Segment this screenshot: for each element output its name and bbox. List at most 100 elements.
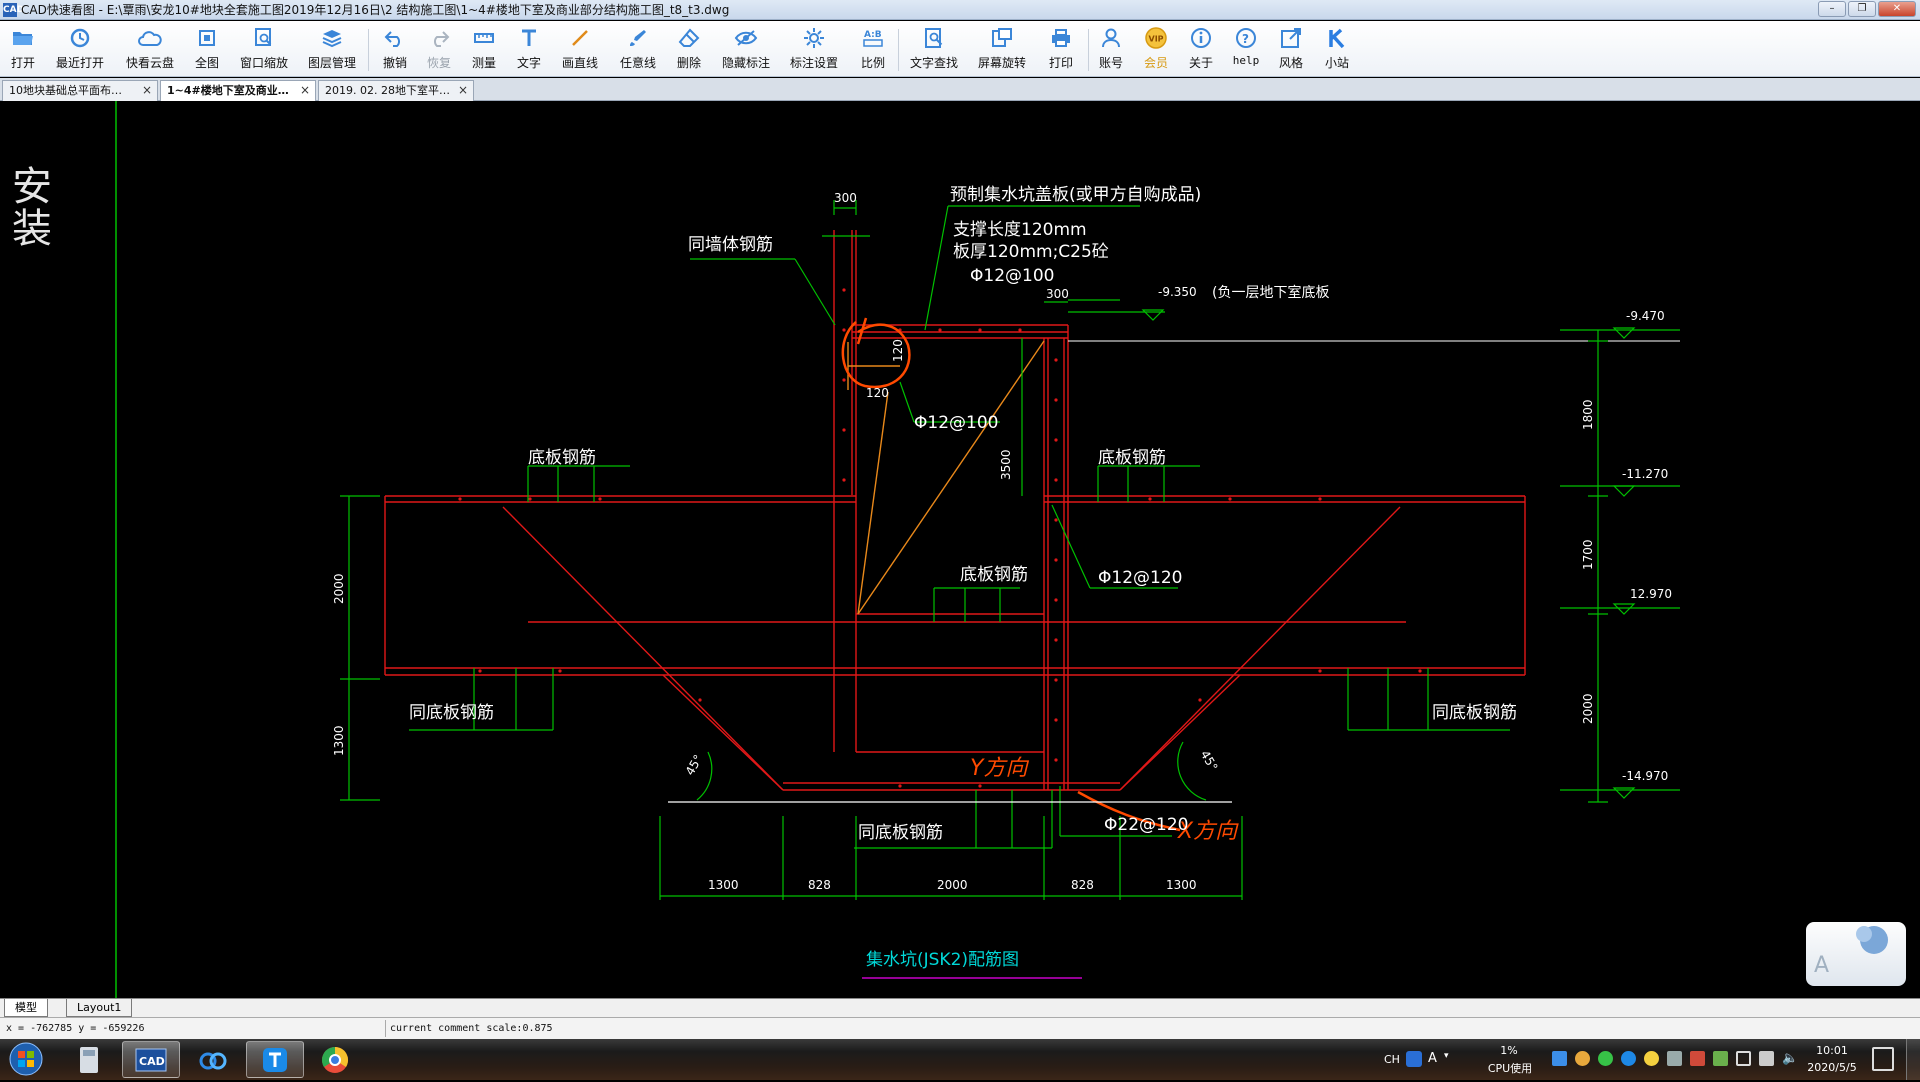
layers-button[interactable]: 图层管理 [304,25,360,75]
note-thickness: 板厚120mm;C25砼 [953,242,1109,262]
window-zoom-button[interactable]: 窗口缩放 [236,25,292,75]
eraser-icon [676,25,702,51]
recent-button[interactable]: 最近打开 [52,25,108,75]
dim-bottom-1300-right: 1300 [1166,878,1197,892]
tray-expand-icon[interactable]: ▾ [1444,1051,1449,1061]
gpu-tray-icon[interactable] [1713,1051,1728,1066]
t-app-task[interactable] [246,1041,304,1078]
text-button[interactable]: 文字 [512,25,546,75]
account-button[interactable]: 账号 [1094,25,1128,75]
flag-tray-icon[interactable] [1690,1051,1705,1066]
dim-3500: 3500 [999,449,1013,480]
dim-300-top: 300 [834,191,857,205]
browser-task[interactable] [306,1041,364,1078]
start-button[interactable] [6,1041,46,1078]
baidu-netdisk-task[interactable] [184,1041,242,1078]
close-tab-icon[interactable]: × [458,81,468,100]
comment-scale: current comment scale:0.875 [390,1023,553,1034]
close-tab-icon[interactable]: × [142,81,152,100]
line-button[interactable]: 画直线 [558,25,602,75]
elev-label-4: 12.970 [1630,587,1672,601]
search-tray-icon[interactable] [1406,1051,1422,1067]
help-button[interactable]: ? help [1229,25,1263,75]
dim-angle-right: 45° [1198,748,1221,773]
close-tab-icon[interactable]: × [300,81,310,100]
restore-icon[interactable]: ❐ [1848,1,1876,17]
scale-button[interactable]: A:B 比例 [856,25,890,75]
find-text-button[interactable]: 文字查找 [906,25,962,75]
dim-2000-right: 2000 [1581,693,1595,724]
hide-marks-button[interactable]: 隐藏标注 [718,25,774,75]
doc-tab-1[interactable]: 10地块基础总平面布… × [2,80,158,101]
toolbar-separator [898,29,899,71]
drawing-title: 集水坑(JSK2)配筋图 [866,950,1019,970]
style-button[interactable]: 风格 [1274,25,1308,75]
cloud-icon [137,25,163,51]
open-button[interactable]: 打开 [6,25,40,75]
redo-button[interactable]: 恢复 [422,25,456,75]
update-tray-icon[interactable] [1575,1051,1590,1066]
elev-label-3: -11.270 [1622,467,1668,481]
cloud-button[interactable]: 快看云盘 [122,25,178,75]
vip-button[interactable]: VIP 会员 [1139,25,1173,75]
print-button[interactable]: 打印 [1044,25,1078,75]
cursor-coordinates: x = -762785 y = -659226 [6,1023,145,1034]
volume-icon[interactable]: 🔈 [1782,1051,1798,1066]
dim-1300-left: 1300 [332,725,346,756]
action-center-icon[interactable] [1872,1047,1894,1071]
undo-icon [382,25,408,51]
printer-icon [1048,25,1074,51]
device-tray-icon[interactable] [1667,1051,1682,1066]
cad-drawing: 安装 Y方向 X方向 预制集水坑盖板(或甲方自购成品) 支撑长度120mm 板厚… [5,101,1680,998]
about-button[interactable]: 关于 [1184,25,1218,75]
clock-date[interactable]: 2020/5/5 [1800,1061,1864,1074]
security-tray-icon[interactable] [1644,1051,1659,1066]
ime-indicator[interactable]: CH [1384,1053,1400,1066]
note-same-floor-center: 同底板钢筋 [858,823,943,843]
text-mode-icon[interactable]: A [1428,1051,1437,1066]
layout-tab-layout1[interactable]: Layout1 [66,999,133,1017]
svg-text:CAD: CAD [139,1055,165,1068]
dim-2000-left: 2000 [332,573,346,604]
network-tray-icon[interactable] [1552,1051,1567,1066]
minimize-icon[interactable]: – [1818,1,1846,17]
rotate-button[interactable]: 屏幕旋转 [974,25,1030,75]
search-document-icon [921,25,947,51]
display-tray-icon[interactable] [1736,1051,1751,1066]
assistant-widget-icon[interactable]: A [1806,922,1906,986]
layout-tab-model[interactable]: 模型 [4,999,48,1017]
clock-time[interactable]: 10:01 [1812,1044,1852,1057]
cad-viewer-task[interactable]: CAD [122,1041,180,1078]
wechat-tray-icon[interactable] [1598,1051,1613,1066]
t-app-icon [263,1047,287,1072]
measure-button[interactable]: 测量 [467,25,501,75]
qq-tray-icon[interactable] [1621,1051,1636,1066]
site-button[interactable]: 小站 [1320,25,1354,75]
rebar-dots [458,288,1422,788]
eye-hidden-icon [733,25,759,51]
svg-text:VIP: VIP [1149,35,1164,44]
note-pit-wall-rebar: Φ12@120 [1098,568,1182,588]
pit-structure [384,230,1526,791]
drawing-canvas[interactable]: 安装 Y方向 X方向 预制集水坑盖板(或甲方自购成品) 支撑长度120mm 板厚… [0,101,1920,998]
erase-button[interactable]: 删除 [672,25,706,75]
note-floor-rebar-right: 底板钢筋 [1098,448,1166,468]
calculator-task[interactable] [60,1041,118,1078]
elev-label-1: -9.350 [1158,285,1197,299]
status-divider [385,1020,386,1037]
doc-tab-2[interactable]: 1~4#楼地下室及商业… × [160,80,316,101]
side-text: 安装 [5,165,51,249]
note-same-floor-left: 同底板钢筋 [409,703,494,723]
full-view-button[interactable]: 全图 [190,25,224,75]
battery-tray-icon[interactable] [1759,1051,1774,1066]
close-icon[interactable]: ✕ [1878,1,1916,17]
settings-icon [801,25,827,51]
mark-settings-button[interactable]: 标注设置 [786,25,842,75]
show-desktop-button[interactable] [1906,1039,1920,1080]
svg-text:A:B: A:B [864,30,882,40]
status-bar: x = -762785 y = -659226 current comment … [0,1017,1920,1039]
freehand-button[interactable]: 任意线 [616,25,660,75]
undo-button[interactable]: 撤销 [378,25,412,75]
cloud-disk-icon [199,1052,227,1069]
doc-tab-3[interactable]: 2019. 02. 28地下室平… × [318,80,474,101]
